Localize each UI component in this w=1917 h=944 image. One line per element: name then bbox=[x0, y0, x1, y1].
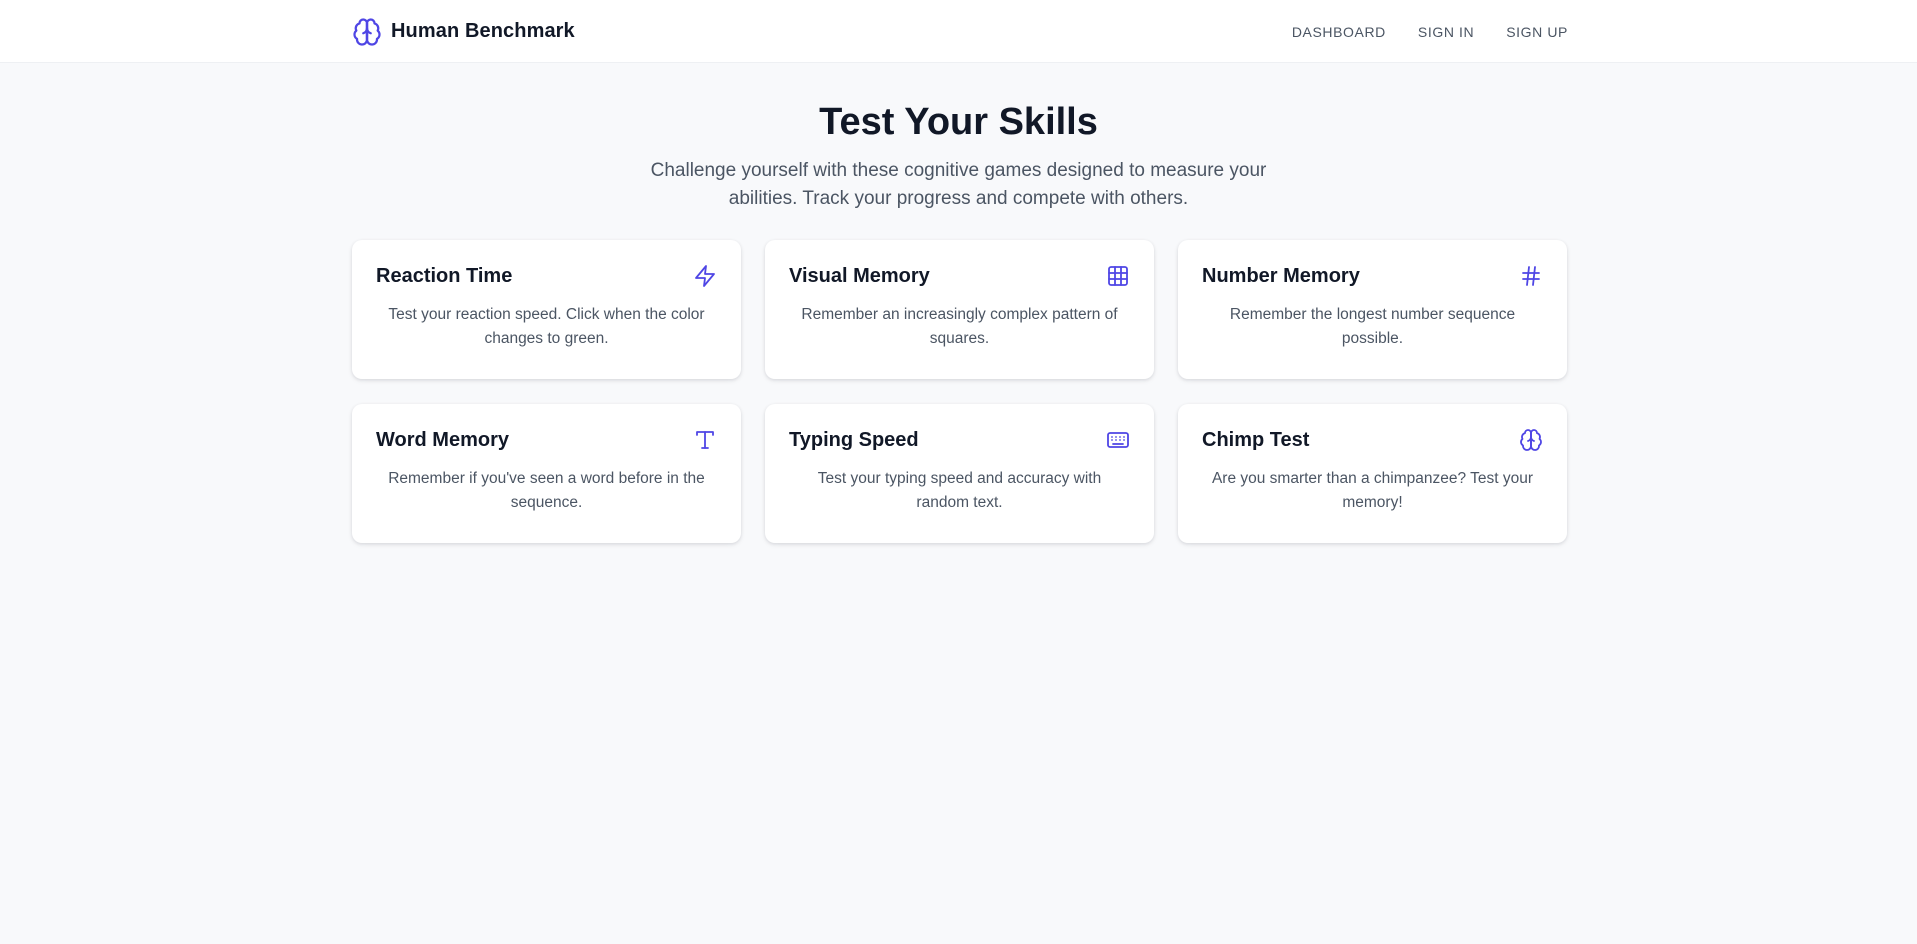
hero-section: Test Your Skills Challenge yourself with… bbox=[0, 63, 1917, 213]
game-card-reaction-time[interactable]: Reaction Time Test your reaction speed. … bbox=[352, 240, 741, 379]
hash-icon bbox=[1522, 266, 1540, 286]
card-title: Typing Speed bbox=[789, 428, 919, 451]
card-description: Remember if you've seen a word before in… bbox=[388, 470, 705, 511]
card-title: Word Memory bbox=[376, 428, 509, 451]
games-grid: Reaction Time Test your reaction speed. … bbox=[352, 240, 1568, 543]
card-header: Chimp Test bbox=[1202, 426, 1543, 454]
brand-logo-link[interactable]: Human Benchmark bbox=[352, 17, 575, 47]
nav-link-sign-in[interactable]: SIGN IN bbox=[1418, 24, 1474, 40]
page-title: Test Your Skills bbox=[819, 101, 1098, 143]
card-header: Visual Memory bbox=[789, 262, 1130, 290]
grid-icon bbox=[1108, 266, 1128, 286]
page-subtitle: Challenge yourself with these cognitive … bbox=[650, 160, 1267, 209]
card-title: Reaction Time bbox=[376, 264, 513, 287]
brain-icon bbox=[1520, 429, 1542, 451]
game-card-number-memory[interactable]: Number Memory Remember the longest numbe… bbox=[1178, 240, 1567, 379]
lightning-icon bbox=[695, 265, 715, 287]
card-description: Test your reaction speed. Click when the… bbox=[388, 306, 705, 347]
card-header: Word Memory bbox=[376, 426, 717, 454]
keyboard-icon bbox=[1107, 432, 1129, 448]
card-title: Visual Memory bbox=[789, 264, 930, 287]
nav-link-sign-up[interactable]: SIGN UP bbox=[1506, 24, 1568, 40]
text-icon bbox=[696, 431, 714, 449]
nav-link-dashboard[interactable]: DASHBOARD bbox=[1292, 24, 1386, 40]
card-title: Chimp Test bbox=[1202, 428, 1310, 451]
card-header: Typing Speed bbox=[789, 426, 1130, 454]
game-card-chimp-test[interactable]: Chimp Test Are you smarter than a chimpa… bbox=[1178, 404, 1567, 543]
card-description: Test your typing speed and accuracy with… bbox=[817, 470, 1102, 511]
game-card-word-memory[interactable]: Word Memory Remember if you've seen a wo… bbox=[352, 404, 741, 543]
card-description: Remember the longest number sequence pos… bbox=[1229, 306, 1516, 347]
card-description: Remember an increasingly complex pattern… bbox=[801, 306, 1118, 347]
card-description: Are you smarter than a chimpanzee? Test … bbox=[1211, 470, 1534, 511]
game-card-typing-speed[interactable]: Typing Speed Test your typing speed and … bbox=[765, 404, 1154, 543]
nav-links: DASHBOARD SIGN IN SIGN UP bbox=[1292, 24, 1568, 40]
navbar-container: Human Benchmark DASHBOARD SIGN IN SIGN U… bbox=[352, 0, 1568, 63]
card-header: Reaction Time bbox=[376, 262, 717, 290]
brain-icon bbox=[353, 17, 381, 46]
brand-name: Human Benchmark bbox=[391, 20, 575, 42]
card-title: Number Memory bbox=[1202, 264, 1360, 287]
card-header: Number Memory bbox=[1202, 262, 1543, 290]
top-navbar: Human Benchmark DASHBOARD SIGN IN SIGN U… bbox=[0, 0, 1917, 63]
game-card-visual-memory[interactable]: Visual Memory Remember an increasingly c… bbox=[765, 240, 1154, 379]
